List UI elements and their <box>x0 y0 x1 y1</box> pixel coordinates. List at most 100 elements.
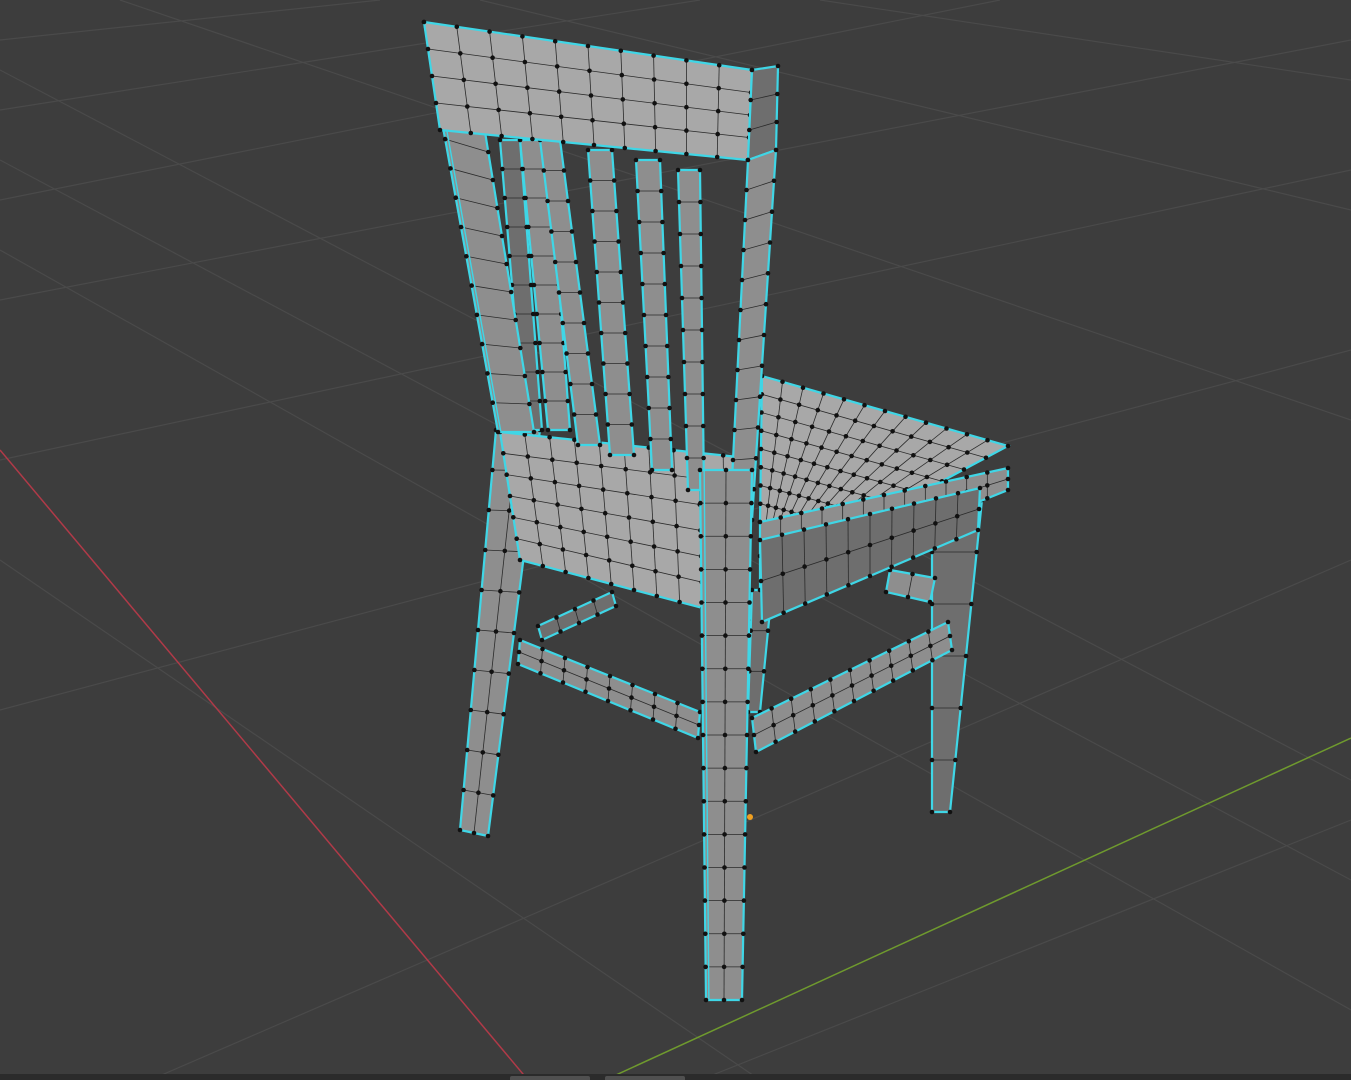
mesh-vertex[interactable] <box>684 455 690 461</box>
mesh-vertex[interactable] <box>881 492 887 498</box>
mesh-vertex[interactable] <box>522 373 528 379</box>
mesh-vertex[interactable] <box>810 703 816 708</box>
mesh-vertex[interactable] <box>586 575 591 581</box>
mesh-vertex[interactable] <box>499 133 504 139</box>
mesh-vertex[interactable] <box>955 490 961 496</box>
mesh-vertex[interactable] <box>421 19 427 25</box>
mesh-vertex[interactable] <box>861 497 866 502</box>
mesh-vertex[interactable] <box>739 277 745 283</box>
mesh-vertex[interactable] <box>597 442 603 448</box>
mesh-vertex[interactable] <box>565 198 571 204</box>
mesh-vertex[interactable] <box>788 696 794 702</box>
mesh-vertex[interactable] <box>437 127 443 133</box>
mesh-vertex[interactable] <box>723 534 729 539</box>
mesh-vertex[interactable] <box>677 599 682 605</box>
mesh-vertex[interactable] <box>697 167 703 173</box>
mesh-vertex[interactable] <box>747 600 752 605</box>
mesh-vertex[interactable] <box>748 534 754 539</box>
mesh-vertex[interactable] <box>425 46 431 52</box>
mesh-vertex[interactable] <box>638 250 644 256</box>
mesh-vertex[interactable] <box>860 438 866 444</box>
mesh-vertex[interactable] <box>816 498 821 504</box>
mesh-vertex[interactable] <box>560 320 566 326</box>
mesh-vertex[interactable] <box>674 523 679 529</box>
mesh-vertex[interactable] <box>944 426 949 431</box>
mesh-vertex[interactable] <box>722 898 727 903</box>
top-rail-end-face[interactable] <box>746 64 780 162</box>
mesh-vertex[interactable] <box>888 663 894 668</box>
mesh-vertex[interactable] <box>490 400 496 406</box>
mesh-vertex[interactable] <box>908 653 914 659</box>
mesh-vertex[interactable] <box>684 104 689 110</box>
mesh-vertex[interactable] <box>722 732 728 738</box>
mesh-vertex[interactable] <box>485 833 491 839</box>
mesh-vertex[interactable] <box>611 178 617 183</box>
mesh-vertex[interactable] <box>508 289 514 295</box>
mesh-vertex[interactable] <box>759 363 765 369</box>
mesh-vertex[interactable] <box>679 295 685 301</box>
mesh-vertex[interactable] <box>629 422 635 427</box>
mesh-vertex[interactable] <box>714 154 720 160</box>
mesh-vertex[interactable] <box>461 77 467 83</box>
mesh-vertex[interactable] <box>700 732 706 738</box>
mesh-vertex[interactable] <box>535 623 541 629</box>
mesh-vertex[interactable] <box>773 147 779 153</box>
mesh-vertex[interactable] <box>653 569 658 574</box>
mesh-vertex[interactable] <box>792 729 798 734</box>
mesh-vertex[interactable] <box>493 629 499 634</box>
mesh-vertex[interactable] <box>579 506 584 512</box>
mesh-vertex[interactable] <box>804 441 809 446</box>
mesh-vertex[interactable] <box>651 77 657 82</box>
left-stretcher[interactable] <box>515 637 703 741</box>
mesh-vertex[interactable] <box>468 707 474 713</box>
mesh-vertex[interactable] <box>796 402 802 408</box>
mesh-vertex[interactable] <box>703 964 708 970</box>
mesh-vertex[interactable] <box>906 638 912 644</box>
mesh-vertex[interactable] <box>954 513 960 519</box>
mesh-vertex[interactable] <box>454 24 460 30</box>
mesh-vertex[interactable] <box>675 167 681 173</box>
mesh-vertex[interactable] <box>943 479 949 484</box>
mesh-vertex[interactable] <box>911 453 916 458</box>
mesh-vertex[interactable] <box>1005 443 1011 449</box>
mesh-vertex[interactable] <box>564 351 569 356</box>
mesh-vertex[interactable] <box>846 582 851 588</box>
mesh-vertex[interactable] <box>585 664 590 670</box>
mesh-vertex[interactable] <box>489 669 494 675</box>
mesh-vertex[interactable] <box>821 391 826 396</box>
mesh-vertex[interactable] <box>622 330 628 336</box>
mesh-vertex[interactable] <box>471 830 477 836</box>
mesh-vertex[interactable] <box>590 118 595 123</box>
mesh-vertex[interactable] <box>650 519 656 525</box>
mesh-vertex[interactable] <box>932 575 938 581</box>
mesh-vertex[interactable] <box>465 104 470 109</box>
mesh-vertex[interactable] <box>591 598 596 603</box>
mesh-vertex[interactable] <box>633 157 639 163</box>
mesh-vertex[interactable] <box>664 343 670 349</box>
mesh-vertex[interactable] <box>552 479 558 485</box>
mesh-vertex[interactable] <box>702 898 708 903</box>
mesh-vertex[interactable] <box>792 474 798 479</box>
mesh-vertex[interactable] <box>802 564 807 569</box>
mesh-vertex[interactable] <box>649 467 655 473</box>
mesh-vertex[interactable] <box>697 467 703 473</box>
mesh-vertex[interactable] <box>581 529 586 535</box>
mesh-vertex[interactable] <box>759 428 764 434</box>
mesh-vertex[interactable] <box>723 467 729 473</box>
mesh-vertex[interactable] <box>924 474 930 480</box>
mesh-vertex[interactable] <box>558 629 563 634</box>
mesh-vertex[interactable] <box>669 467 675 473</box>
mesh-vertex[interactable] <box>927 599 933 605</box>
3d-viewport[interactable] <box>0 0 1351 1080</box>
mesh-vertex[interactable] <box>776 415 781 420</box>
mesh-vertex[interactable] <box>701 799 707 804</box>
mesh-vertex[interactable] <box>761 669 767 674</box>
mesh-vertex[interactable] <box>861 493 866 498</box>
mesh-vertex[interactable] <box>652 691 658 697</box>
mesh-vertex[interactable] <box>453 195 459 200</box>
mesh-vertex[interactable] <box>871 688 876 694</box>
mesh-vertex[interactable] <box>815 480 821 486</box>
mesh-vertex[interactable] <box>552 259 558 265</box>
mesh-vertex[interactable] <box>682 391 688 397</box>
mesh-vertex[interactable] <box>468 130 474 136</box>
